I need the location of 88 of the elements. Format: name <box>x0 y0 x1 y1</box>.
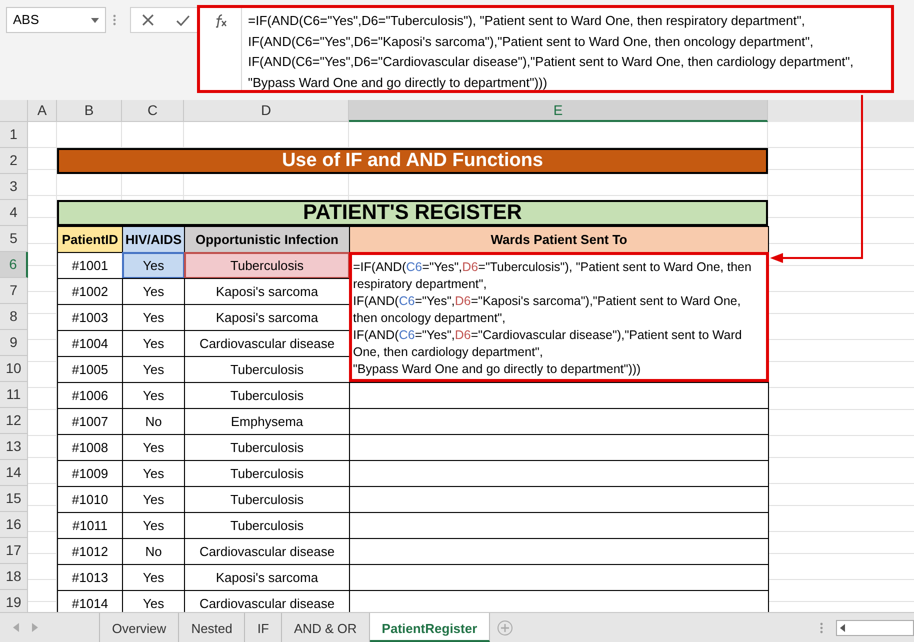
row-header[interactable]: 6 <box>0 252 28 278</box>
table-cell: Cardiovascular disease <box>184 590 350 612</box>
table-cell: Emphysema <box>184 408 350 435</box>
table-cell: Yes <box>122 564 185 591</box>
sheet-tab[interactable]: PatientRegister <box>370 613 490 642</box>
table-cell: #1008 <box>57 434 123 461</box>
row-header[interactable]: 12 <box>0 408 28 434</box>
table-cell: Yes <box>122 304 185 331</box>
table-cell: Tuberculosis <box>184 486 350 513</box>
row-header[interactable]: 9 <box>0 330 28 356</box>
row-header[interactable]: 14 <box>0 460 28 486</box>
column-header[interactable]: D <box>184 100 349 122</box>
row-header[interactable]: 13 <box>0 434 28 460</box>
row-header[interactable]: 17 <box>0 538 28 564</box>
table-cell: Tuberculosis <box>184 460 350 487</box>
row-header[interactable]: 8 <box>0 304 28 330</box>
row-header[interactable]: 10 <box>0 356 28 382</box>
table-cell: #1012 <box>57 538 123 565</box>
row-header[interactable]: 18 <box>0 564 28 590</box>
horizontal-scrollbar[interactable] <box>836 620 914 636</box>
table-cell: Kaposi's sarcoma <box>184 564 350 591</box>
table-cell: Cardiovascular disease <box>184 330 350 357</box>
row-header[interactable]: 15 <box>0 486 28 512</box>
row-header[interactable]: 2 <box>0 148 28 174</box>
column-heading: Wards Patient Sent To <box>349 226 769 253</box>
table-cell: Kaposi's sarcoma <box>184 278 350 305</box>
row-header[interactable]: 11 <box>0 382 28 408</box>
table-cell: Yes <box>122 434 185 461</box>
table-cell: Tuberculosis <box>184 382 350 409</box>
more-icon <box>112 14 116 26</box>
table-cell: Yes <box>122 590 185 612</box>
table-cell: Tuberculosis <box>184 356 350 383</box>
table-cell: Yes <box>122 512 185 539</box>
row-header[interactable]: 1 <box>0 122 28 148</box>
formula-bar[interactable] <box>197 5 894 93</box>
column-header[interactable]: E <box>349 100 768 122</box>
table-cell: Tuberculosis <box>184 512 350 539</box>
table-cell: Tuberculosis <box>184 252 350 279</box>
table-cell: #1003 <box>57 304 123 331</box>
column-heading: PatientID <box>57 226 123 253</box>
cancel-icon[interactable] <box>142 14 154 26</box>
table-cell: Yes <box>122 356 185 383</box>
table-cell: Cardiovascular disease <box>184 538 350 565</box>
more-icon <box>820 622 823 634</box>
table-cell: #1009 <box>57 460 123 487</box>
sheet-tab[interactable]: IF <box>245 613 282 642</box>
table-cell: #1014 <box>57 590 123 612</box>
table-cell: No <box>122 538 185 565</box>
table-cell: #1004 <box>57 330 123 357</box>
dropdown-icon <box>91 18 99 22</box>
table-cell: #1006 <box>57 382 123 409</box>
confirm-icon[interactable] <box>176 14 190 26</box>
sheet-tab[interactable]: Overview <box>100 613 180 642</box>
name-box[interactable]: ABS <box>6 7 106 33</box>
cell-editor[interactable]: =IF(AND(C6="Yes",D6="Tuberculosis"), "Patient sent to Ward One, then respiratory department", IF(AND(C6="Yes",D6="Kaposi's sarcoma"),"Patient sent to Ward One, then oncology department", IF(AND(C6="Yes",D6="Cardiovascular disease"),"Patient sent to Ward One, then cardiology department", "Bypass Ward One and go directly to department"))) <box>349 252 769 382</box>
table-cell: #1001 <box>57 252 123 279</box>
table-cell: Tuberculosis <box>184 434 350 461</box>
table-cell: #1013 <box>57 564 123 591</box>
table-cell: Yes <box>122 278 185 305</box>
column-header[interactable]: C <box>122 100 184 122</box>
table-cell: Yes <box>122 252 185 279</box>
table-cell: #1011 <box>57 512 123 539</box>
table-cell: #1005 <box>57 356 123 383</box>
table-cell: #1007 <box>57 408 123 435</box>
column-heading: HIV/AIDS <box>122 226 185 253</box>
table-cell: Yes <box>122 330 185 357</box>
column-header[interactable]: A <box>28 100 57 122</box>
register-title: PATIENT'S REGISTER <box>57 200 768 226</box>
table-cell: Yes <box>122 486 185 513</box>
sheet-tab[interactable]: Nested <box>179 613 246 642</box>
table-cell: Kaposi's sarcoma <box>184 304 350 331</box>
row-header[interactable]: 3 <box>0 174 28 200</box>
table-cell: Yes <box>122 382 185 409</box>
scroll-left-icon[interactable] <box>840 624 845 632</box>
table-cell: #1010 <box>57 486 123 513</box>
row-header[interactable]: 16 <box>0 512 28 538</box>
formula-text: =IF(AND(C6="Yes",D6="Tuberculosis"), "Patient sent to Ward One, then respiratory department", IF(AND(C6="Yes",D6="Kaposi's sarcoma"),"Patient sent to Ward One, then oncology department", IF(AND(C6="Yes",D6="Cardiovascular disease"),"Patient sent to Ward One, then cardiology department", "Bypass Ward One and go directly to department"))) <box>247 12 855 90</box>
table-cell: Yes <box>122 460 185 487</box>
table-cell: No <box>122 408 185 435</box>
row-header[interactable]: 19 <box>0 590 28 612</box>
row-header[interactable]: 5 <box>0 226 28 252</box>
sheet-title: Use of IF and AND Functions <box>57 148 768 174</box>
column-heading: Opportunistic Infection <box>184 226 350 253</box>
table-cell: #1002 <box>57 278 123 305</box>
column-header[interactable]: B <box>57 100 122 122</box>
row-header[interactable]: 4 <box>0 200 28 226</box>
name-box-text: ABS <box>13 11 40 30</box>
row-header[interactable]: 7 <box>0 278 28 304</box>
